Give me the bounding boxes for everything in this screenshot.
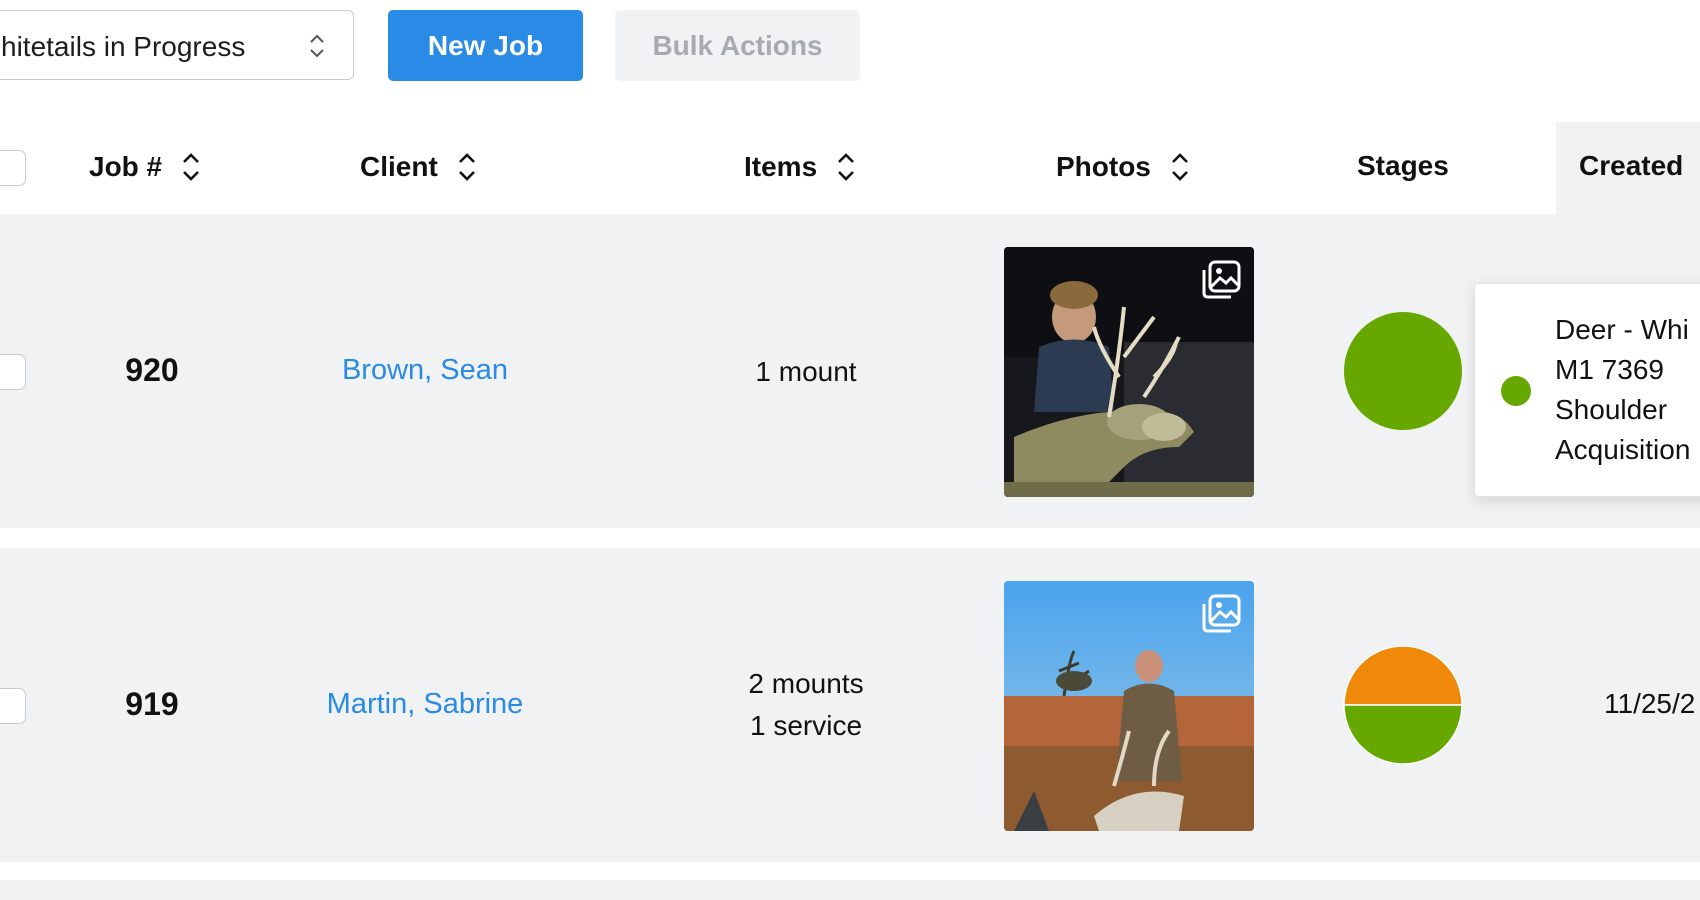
job-number[interactable]: 919 (52, 686, 252, 723)
table-header: Job # Client Items Photos Stages Created (0, 122, 1700, 214)
bulk-actions-button[interactable]: Bulk Actions (615, 10, 860, 81)
select-all-checkbox[interactable] (0, 150, 26, 186)
client-link[interactable]: Martin, Sabrine (250, 688, 600, 721)
items-line: 2 mounts (748, 668, 864, 699)
new-job-button[interactable]: New Job (388, 10, 583, 81)
job-number[interactable]: 920 (52, 352, 252, 389)
stage-slice[interactable] (1343, 645, 1463, 706)
stage-tooltip-text: Deer - Whi M1 7369 Shoulder Acquisition (1555, 310, 1690, 470)
sort-icon (183, 153, 200, 181)
sort-icon (1171, 153, 1188, 181)
stages-pie-chart[interactable] (1343, 311, 1463, 431)
view-filter-value: hitetails in Progress (1, 31, 246, 62)
column-header-items-label: Items (744, 151, 818, 182)
job-photo-thumbnail[interactable] (1004, 581, 1254, 831)
stage-tooltip: Deer - Whi M1 7369 Shoulder Acquisition (1474, 283, 1700, 497)
column-header-job[interactable]: Job # (89, 150, 202, 184)
created-date: 11/25/2 (1604, 688, 1696, 719)
stage-slice[interactable] (1343, 704, 1463, 765)
view-filter-select[interactable]: hitetails in Progress (0, 10, 354, 80)
sort-icon (458, 153, 475, 181)
stages-pie-chart[interactable] (1343, 645, 1463, 765)
tooltip-line: Shoulder (1555, 394, 1668, 425)
column-header-client[interactable]: Client (360, 150, 478, 184)
tooltip-line: Acquisition (1555, 434, 1691, 465)
photo-gallery-icon[interactable] (1200, 593, 1242, 635)
photo-gallery-icon[interactable] (1200, 259, 1242, 301)
stage-slice[interactable] (1344, 312, 1462, 430)
table-row[interactable]: 920 Brown, Sean 1 mount (0, 214, 1700, 528)
sort-icon (838, 153, 855, 181)
stage-status-dot (1501, 376, 1531, 406)
column-header-stages-label: Stages (1357, 150, 1449, 181)
column-header-items[interactable]: Items (744, 150, 857, 184)
column-header-client-label: Client (360, 151, 438, 182)
items-summary: 2 mounts 1 service (700, 663, 912, 747)
row-checkbox[interactable] (0, 354, 26, 390)
table-row[interactable]: 919 Martin, Sabrine 2 mounts 1 service 1… (0, 548, 1700, 862)
column-header-photos[interactable]: Photos (1056, 150, 1191, 184)
column-header-created-label: Created (1579, 150, 1684, 181)
items-summary: 1 mount (700, 351, 912, 393)
column-header-stages: Stages (1357, 150, 1449, 182)
next-row-edge (0, 880, 1700, 900)
column-header-job-label: Job # (89, 151, 163, 182)
select-updown-icon (310, 34, 324, 58)
tooltip-line: M1 7369 (1555, 354, 1664, 385)
items-line: 1 mount (755, 356, 857, 387)
tooltip-line: Deer - Whi (1555, 314, 1689, 345)
row-checkbox[interactable] (0, 688, 26, 724)
client-link[interactable]: Brown, Sean (250, 354, 600, 387)
column-header-photos-label: Photos (1056, 151, 1151, 182)
column-header-created[interactable]: Created (1579, 150, 1683, 182)
items-line: 1 service (749, 710, 863, 741)
job-photo-thumbnail[interactable] (1004, 247, 1254, 497)
